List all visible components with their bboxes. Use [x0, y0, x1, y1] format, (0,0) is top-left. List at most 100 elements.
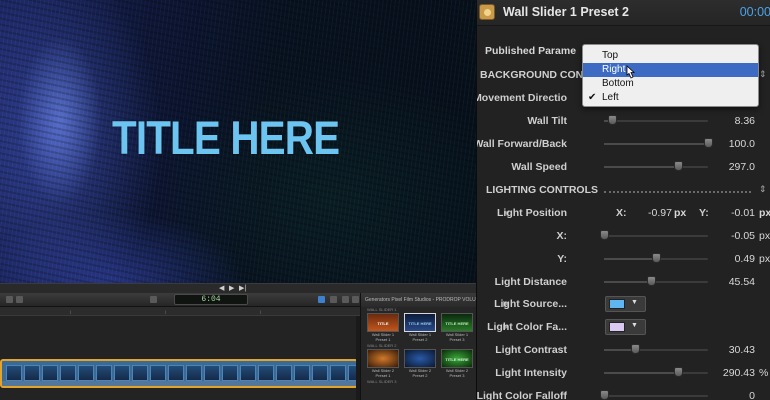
ruler-mark: |: [165, 309, 167, 314]
inspector-header: Wall Slider 1 Preset 2 00:00: [477, 0, 770, 26]
generator-item[interactable]: TITLE HERE Wall Slider 2 Preset 3: [441, 349, 473, 379]
menu-item-label: Right: [602, 64, 626, 75]
timeline[interactable]: | | |: [0, 307, 360, 400]
clip-frame-thumbnail: [24, 365, 40, 381]
wall-speed-value[interactable]: 297.0: [729, 161, 755, 173]
timecode-display: 6:04: [174, 294, 248, 305]
slider-knob[interactable]: [646, 276, 656, 286]
previous-frame-button[interactable]: ◀: [219, 285, 224, 293]
generator-caption: Wall Slider 2 Preset 3: [445, 368, 469, 378]
light-distance-value[interactable]: 45.54: [729, 276, 755, 288]
light-intensity-value[interactable]: 290.43: [723, 367, 755, 379]
light-distance-slider[interactable]: [604, 276, 708, 286]
slider-knob[interactable]: [600, 390, 609, 400]
light-color-falloff-slider[interactable]: [600, 390, 708, 400]
menu-item-top[interactable]: Top: [583, 49, 758, 63]
light-intensity-label: Light Intensity: [495, 367, 567, 379]
menu-item-label: Top: [602, 50, 619, 61]
wall-tilt-slider[interactable]: [604, 115, 708, 125]
light-source-row: ▶ Light Source... ▼: [477, 293, 770, 315]
light-color-falloff-value[interactable]: 0: [749, 390, 755, 400]
menu-item-right[interactable]: Right: [583, 63, 758, 77]
clip-frame-thumbnail: [330, 365, 346, 381]
generator-thumbnail: TITLE HERE: [441, 349, 473, 368]
wall-forward-back-slider[interactable]: [604, 138, 713, 148]
generators-header: Generators Pixel Film Studios - PRODROP …: [361, 293, 476, 307]
clip-frame-thumbnail: [294, 365, 310, 381]
clip-frame-thumbnail: [222, 365, 238, 381]
solo-icon[interactable]: [342, 296, 349, 303]
light-color-fa-color-well[interactable]: ▼: [605, 319, 646, 335]
generator-item[interactable]: Wall Slider 2 Preset 1: [367, 349, 399, 379]
published-parameters-label: Published Parame: [485, 45, 577, 57]
clip-frame-thumbnail: [60, 365, 76, 381]
wall-speed-label: Wall Speed: [511, 161, 567, 173]
position-y-value[interactable]: 0.49: [735, 253, 755, 265]
position-x-label: X:: [556, 230, 568, 242]
slider-knob[interactable]: [704, 138, 713, 148]
generator-caption: Wall Slider 1 Preset 1: [371, 332, 395, 342]
generator-item[interactable]: TITLE HERE Wall Slider 1 Preset 3: [441, 313, 473, 343]
light-color-falloff-row: Light Color Falloff 0: [477, 385, 770, 400]
clip-frame-thumbnail: [186, 365, 202, 381]
next-frame-button[interactable]: ▶|: [239, 285, 246, 293]
slider-knob[interactable]: [673, 367, 683, 377]
mouse-cursor-icon: [626, 65, 636, 79]
chevron-down-icon[interactable]: ▼: [631, 322, 638, 329]
snapping-icon[interactable]: [318, 296, 325, 303]
clip-frame-thumbnail: [150, 365, 166, 381]
toolbar-icon[interactable]: [16, 296, 23, 303]
wall-forward-back-label: Wall Forward/Back: [476, 138, 567, 150]
light-position-x-value[interactable]: -0.97: [648, 207, 672, 219]
checkmark-icon: ✔: [588, 92, 597, 103]
generator-thumbnail: TITLE: [367, 313, 399, 332]
wall-forward-back-value[interactable]: 100.0: [729, 138, 755, 150]
generator-item-selected[interactable]: TITLE HERE Wall Slider 1 Preset 2: [404, 313, 436, 343]
position-x-slider[interactable]: [600, 230, 708, 240]
updown-arrows-icon[interactable]: ⇕: [759, 69, 767, 80]
light-color-fa-row: ▶ Light Color Fa... ▼: [477, 316, 770, 338]
ruler-mark: |: [260, 309, 262, 314]
slider-knob[interactable]: [600, 230, 609, 240]
video-viewer[interactable]: TITLE HERE: [0, 0, 476, 283]
menu-item-bottom[interactable]: Bottom: [583, 77, 758, 91]
light-source-color-well[interactable]: ▼: [605, 296, 646, 312]
position-y-slider[interactable]: [604, 253, 708, 263]
generator-caption: Wall Slider 2 Preset 1: [371, 368, 395, 378]
light-intensity-slider[interactable]: [604, 367, 708, 377]
color-swatch: [609, 322, 625, 332]
audio-skimming-icon[interactable]: [330, 296, 337, 303]
wall-tilt-label: Wall Tilt: [527, 115, 567, 127]
tool-select-icon[interactable]: [150, 296, 157, 303]
ruler-mark: |: [70, 309, 72, 314]
generator-item[interactable]: Wall Slider 2 Preset 2: [404, 349, 436, 379]
light-color-falloff-label: Light Color Falloff: [476, 390, 567, 400]
wall-speed-slider[interactable]: [604, 161, 708, 171]
light-contrast-value[interactable]: 30.43: [729, 344, 755, 356]
slider-knob[interactable]: [608, 115, 618, 125]
play-button[interactable]: ▶: [229, 285, 234, 293]
light-position-y-label: Y:: [699, 207, 709, 219]
toolbar-icon[interactable]: [6, 296, 13, 303]
updown-arrows-icon[interactable]: ⇕: [759, 184, 767, 195]
slider-knob[interactable]: [673, 161, 683, 171]
menu-item-left[interactable]: ✔ Left: [583, 91, 758, 105]
clip-frame-thumbnail: [96, 365, 112, 381]
transport-bar: ◀ ▶ ▶|: [0, 283, 476, 293]
generator-item[interactable]: TITLE Wall Slider 1 Preset 1: [367, 313, 399, 343]
light-position-x-label: X:: [616, 207, 627, 219]
generator-caption: Wall Slider 1 Preset 3: [445, 332, 469, 342]
light-position-y-value[interactable]: -0.01: [729, 207, 755, 219]
wall-tilt-value[interactable]: 8.36: [735, 115, 755, 127]
light-contrast-row: Light Contrast 30.43: [477, 339, 770, 361]
position-x-value[interactable]: -0.05: [731, 230, 755, 242]
light-contrast-slider[interactable]: [604, 344, 708, 354]
chevron-down-icon[interactable]: ▼: [631, 299, 638, 306]
movement-direction-popup-menu: Top Right Bottom ✔ Left: [582, 44, 759, 107]
zoom-icon[interactable]: [352, 296, 359, 303]
slider-knob[interactable]: [652, 253, 661, 263]
wall-speed-row: Wall Speed 297.0: [477, 156, 770, 178]
slider-knob[interactable]: [631, 344, 641, 354]
timeline-ruler[interactable]: | | |: [0, 307, 360, 316]
timeline-clip[interactable]: [0, 359, 358, 388]
